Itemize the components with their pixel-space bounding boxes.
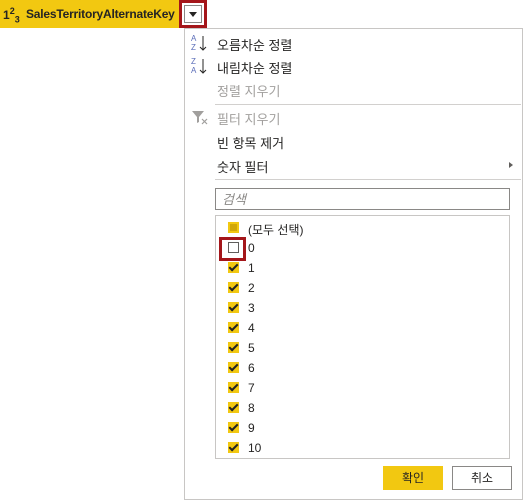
sort-descending-label: 내림차순 정렬 [217,61,293,76]
value-label: 2 [248,281,255,295]
chevron-right-icon [509,162,513,168]
value-checklist[interactable]: (모두 선택) 0 1 2 3 4 5 6 7 8 9 10 [215,215,510,459]
value-row-1[interactable]: 1 [216,258,509,278]
value-row-7[interactable]: 7 [216,378,509,398]
value-row-2[interactable]: 2 [216,278,509,298]
value-checkbox[interactable] [228,322,239,333]
svg-text:A: A [191,34,197,43]
value-checkbox[interactable] [228,422,239,433]
clear-sort-label: 정렬 지우기 [217,84,281,99]
value-label: 0 [248,241,255,255]
value-checkbox[interactable] [228,342,239,353]
value-label: 10 [248,441,262,455]
value-row-5[interactable]: 5 [216,338,509,358]
number-filters-item[interactable]: 숫자 필터 [185,153,522,177]
value-label: 8 [248,401,255,415]
filter-dropdown-panel: A Z 오름차순 정렬 Z A 내림차순 정렬 정렬 지우기 필터 지우기 빈 … [184,28,523,500]
value-row-0[interactable]: 0 [216,237,509,261]
svg-text:Z: Z [191,57,196,66]
value-label: 1 [248,261,255,275]
column-header[interactable]: 123 SalesTerritoryAlternateKey [0,0,185,28]
value-label: 4 [248,321,255,335]
value-row-10[interactable]: 10 [216,438,509,458]
value-label: 3 [248,301,255,315]
clear-filter-icon [191,107,209,127]
value-checkbox[interactable] [228,442,239,453]
sort-ascending-item[interactable]: A Z 오름차순 정렬 [185,31,522,55]
value-row-6[interactable]: 6 [216,358,509,378]
value-label: 7 [248,381,255,395]
sort-ascending-label: 오름차순 정렬 [217,38,293,53]
value-label: 9 [248,421,255,435]
value-label: 6 [248,361,255,375]
value-row-4[interactable]: 4 [216,318,509,338]
value-checkbox[interactable] [228,382,239,393]
select-all-row[interactable]: (모두 선택) [216,218,509,238]
value-checkbox[interactable] [228,262,239,273]
svg-text:A: A [191,66,197,75]
value-checkbox[interactable] [228,302,239,313]
clear-sort-item[interactable]: 정렬 지우기 [185,77,522,101]
sort-descending-icon: Z A [191,56,209,76]
chevron-down-icon [184,5,202,23]
column-name: SalesTerritoryAlternateKey [26,7,175,21]
value-row-8[interactable]: 8 [216,398,509,418]
cancel-button[interactable]: 취소 [452,466,512,490]
search-input[interactable] [215,188,510,210]
clear-filter-label: 필터 지우기 [217,112,281,127]
select-all-label: (모두 선택) [248,223,304,237]
whole-number-type-icon[interactable]: 123 [3,6,20,24]
svg-text:Z: Z [191,43,196,52]
value-row-9[interactable]: 9 [216,418,509,438]
column-filter-dropdown-button[interactable] [179,0,207,28]
ok-button[interactable]: 확인 [383,466,443,490]
sort-descending-item[interactable]: Z A 내림차순 정렬 [185,54,522,78]
value-checkbox[interactable] [228,282,239,293]
value-row-3[interactable]: 3 [216,298,509,318]
value-label: 5 [248,341,255,355]
value-checkbox[interactable] [228,362,239,373]
value-checkbox[interactable] [228,402,239,413]
remove-empty-item[interactable]: 빈 항목 제거 [185,129,522,153]
number-filters-label: 숫자 필터 [217,160,269,175]
clear-filter-item[interactable]: 필터 지우기 [185,105,522,129]
sort-ascending-icon: A Z [191,33,209,53]
select-all-checkbox[interactable] [228,222,239,233]
menu-divider [215,179,521,180]
remove-empty-label: 빈 항목 제거 [217,136,285,151]
